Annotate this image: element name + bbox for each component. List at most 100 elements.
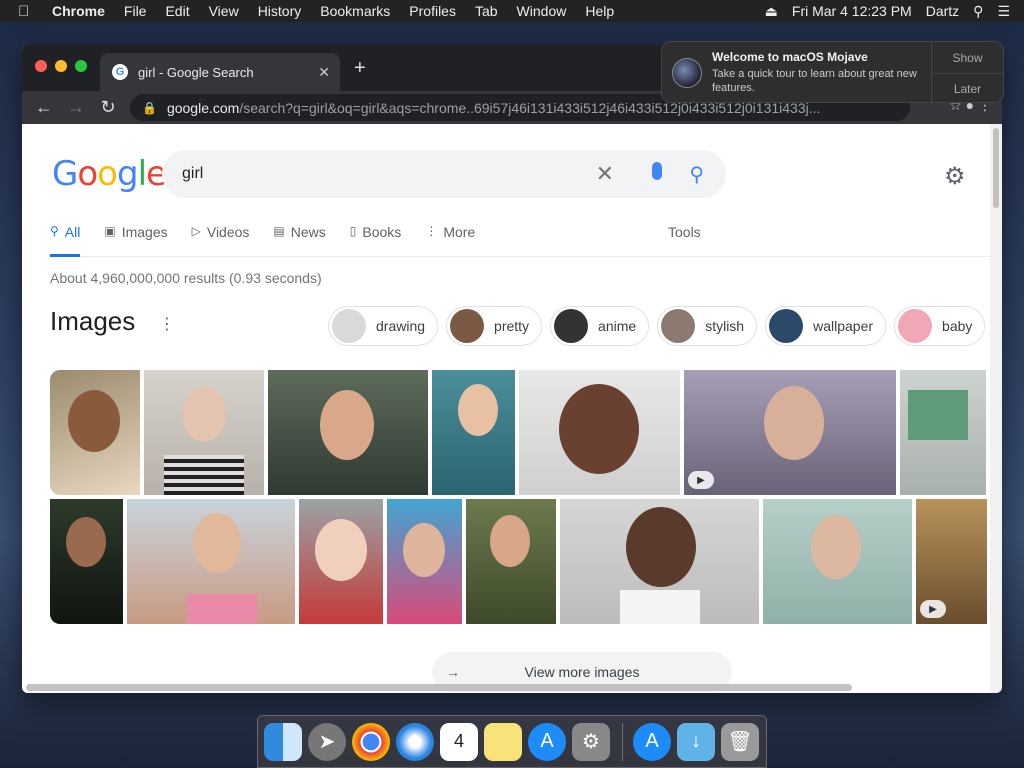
news-icon: ▤ [273, 224, 285, 238]
image-result[interactable]: ▶ [916, 499, 987, 624]
notification-later-button[interactable]: Later [932, 73, 1003, 104]
spotlight-search-icon[interactable]: ⚲ [973, 3, 983, 20]
notification-center-icon[interactable]: ☰ [997, 3, 1010, 20]
menu-history[interactable]: History [258, 3, 302, 19]
close-window-icon[interactable] [35, 60, 47, 72]
mojave-notification[interactable]: Welcome to macOS Mojave Take a quick tou… [661, 41, 1004, 104]
tools-button[interactable]: Tools [668, 224, 701, 240]
image-result[interactable] [387, 499, 462, 624]
search-box[interactable]: girl ✕ ⚲ [162, 150, 726, 198]
tab-title: girl - Google Search [138, 64, 254, 80]
back-arrow-icon[interactable]: ← [28, 97, 60, 118]
clear-search-icon[interactable]: ✕ [596, 161, 614, 187]
video-play-icon: ▶ [688, 471, 714, 489]
app-store-downloads-icon[interactable]: A [633, 722, 671, 761]
image-result[interactable] [127, 499, 295, 624]
horizontal-scrollbar[interactable] [26, 684, 852, 691]
reload-icon[interactable]: ↻ [92, 97, 124, 118]
images-menu-icon[interactable]: ⋮ [159, 314, 175, 334]
chrome-window: G girl - Google Search ✕ + ← → ↻ 🔒 googl… [22, 45, 1002, 693]
notification-title: Welcome to macOS Mojave [712, 50, 868, 64]
image-result[interactable] [432, 370, 515, 495]
window-controls [35, 60, 95, 72]
menu-window[interactable]: Window [517, 3, 567, 19]
chip-pretty[interactable]: pretty [446, 306, 543, 346]
chrome-dock-icon[interactable] [352, 722, 390, 761]
clock[interactable]: Fri Mar 4 12:23 PM [792, 3, 912, 19]
menu-file[interactable]: File [124, 3, 147, 19]
finder-icon[interactable] [264, 722, 302, 761]
eject-icon[interactable]: ⏏ [765, 3, 778, 20]
image-result[interactable]: ▶ [684, 370, 896, 495]
search-input[interactable]: girl [182, 165, 203, 183]
image-row: ▶ [50, 370, 990, 495]
user-name[interactable]: Dartz [926, 3, 959, 19]
browser-tab-active[interactable]: G girl - Google Search ✕ [100, 53, 340, 91]
chip-thumbnail [898, 309, 933, 343]
notification-show-button[interactable]: Show [932, 42, 1003, 73]
menubar-status-area: ⏏ Fri Mar 4 12:23 PM Dartz ⚲ ☰ [751, 0, 1010, 22]
images-heading: Images [50, 306, 136, 336]
image-result[interactable] [900, 370, 986, 495]
chip-thumbnail [769, 309, 804, 343]
chip-drawing[interactable]: drawing [328, 306, 439, 346]
chip-thumbnail [554, 309, 589, 343]
menu-tab[interactable]: Tab [475, 3, 498, 19]
microphone-icon[interactable] [652, 162, 662, 180]
google-logo[interactable]: Google [52, 154, 167, 194]
tab-images[interactable]: ▣ Images [104, 224, 167, 256]
lock-icon[interactable]: 🔒 [142, 101, 157, 115]
tab-news[interactable]: ▤ News [273, 224, 325, 256]
vertical-scrollbar[interactable] [990, 124, 1002, 693]
image-result[interactable] [299, 499, 383, 624]
menu-edit[interactable]: Edit [165, 3, 189, 19]
menu-bookmarks[interactable]: Bookmarks [320, 3, 390, 19]
search-results-page: Google girl ✕ ⚲ ⚙ ⚲ All ▣ Images ▷ Videos ▤… [22, 124, 990, 693]
image-result[interactable] [268, 370, 428, 495]
menu-help[interactable]: Help [585, 3, 614, 19]
menu-view[interactable]: View [209, 3, 239, 19]
menu-app-chrome[interactable]: Chrome [52, 3, 105, 19]
image-result[interactable] [519, 370, 680, 495]
chip-anime[interactable]: anime [550, 306, 650, 346]
apple-menu-icon[interactable]:  [18, 3, 36, 20]
search-icon[interactable]: ⚲ [689, 162, 704, 187]
search-small-icon: ⚲ [50, 224, 59, 238]
launchpad-icon[interactable]: ➤ [308, 722, 346, 761]
image-result[interactable] [50, 370, 140, 495]
google-favicon-icon: G [112, 64, 128, 80]
tab-close-icon[interactable]: ✕ [318, 64, 330, 81]
chip-stylish[interactable]: stylish [657, 306, 758, 346]
chip-thumbnail [332, 309, 366, 343]
trash-icon[interactable]: 🗑 [721, 722, 759, 761]
app-store-icon[interactable]: A [528, 722, 566, 761]
image-result[interactable] [763, 499, 912, 624]
forward-arrow-icon[interactable]: → [60, 97, 92, 118]
safari-icon[interactable]: ❖ [396, 722, 434, 761]
image-refinement-chips: drawing pretty anime stylish wallpaper b… [328, 306, 990, 346]
menu-profiles[interactable]: Profiles [409, 3, 456, 19]
tab-videos[interactable]: ▷ Videos [192, 224, 250, 256]
image-icon: ▣ [104, 224, 116, 238]
result-stats: About 4,960,000,000 results (0.93 second… [50, 270, 322, 286]
minimize-window-icon[interactable] [55, 60, 67, 72]
downloads-folder-icon[interactable]: ↓ [677, 722, 715, 761]
image-result[interactable] [560, 499, 759, 624]
tab-all[interactable]: ⚲ All [50, 224, 81, 257]
chip-baby[interactable]: baby [894, 306, 986, 346]
calendar-icon[interactable]: 4 [440, 722, 478, 761]
settings-gear-icon[interactable]: ⚙ [944, 162, 966, 191]
mojave-icon [672, 58, 702, 88]
more-vert-icon: ⋮ [425, 224, 438, 238]
notes-icon[interactable] [484, 722, 522, 761]
new-tab-icon[interactable]: + [354, 57, 366, 80]
system-preferences-icon[interactable]: ⚙ [572, 722, 610, 761]
image-result[interactable] [144, 370, 264, 495]
chip-wallpaper[interactable]: wallpaper [765, 306, 887, 346]
image-result[interactable] [466, 499, 556, 624]
tab-more[interactable]: ⋮ More [425, 224, 475, 256]
zoom-window-icon[interactable] [75, 60, 87, 72]
image-result[interactable] [50, 499, 123, 624]
tab-books[interactable]: ▯ Books [350, 224, 402, 256]
chip-thumbnail [661, 309, 696, 343]
